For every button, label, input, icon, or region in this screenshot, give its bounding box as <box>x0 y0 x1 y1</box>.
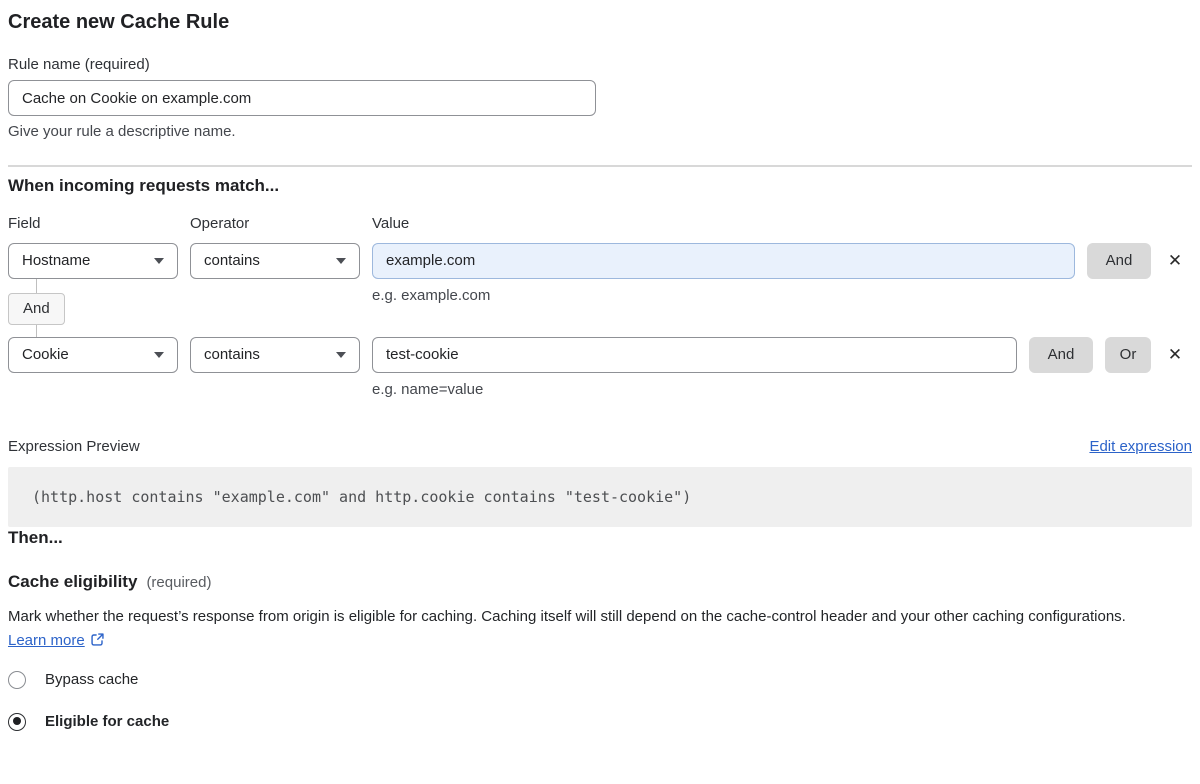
operator-column-label: Operator <box>190 214 372 234</box>
rule-name-help: Give your rule a descriptive name. <box>8 123 1192 141</box>
condition-row-0: Hostname contains And ✕ <box>8 243 1192 279</box>
page-title: Create new Cache Rule <box>8 8 1192 36</box>
condition-column-labels: Field Operator Value <box>8 214 1192 234</box>
cache-eligibility-header: Cache eligibility (required) <box>8 571 1192 594</box>
field-select-1-value: Cookie <box>22 346 69 363</box>
then-section-heading: Then... <box>8 527 1192 549</box>
connector-and-button[interactable]: And <box>8 293 65 325</box>
create-cache-rule-page: Create new Cache Rule Rule name (require… <box>0 0 1200 731</box>
condition-value-input-1[interactable] <box>372 337 1017 373</box>
radio-button-icon <box>8 671 26 689</box>
radio-option-label: Eligible for cache <box>45 713 169 731</box>
condition-row-1: Cookie contains And Or ✕ <box>8 337 1192 373</box>
edit-expression-link[interactable]: Edit expression <box>1089 438 1192 456</box>
field-select-0-value: Hostname <box>22 252 90 269</box>
field-column-label: Field <box>8 214 190 234</box>
match-section-heading: When incoming requests match... <box>8 175 1192 197</box>
cache-eligibility-heading: Cache eligibility <box>8 571 137 593</box>
description-text: Mark whether the request’s response from… <box>8 608 1126 625</box>
add-and-condition-button-0[interactable]: And <box>1087 243 1151 279</box>
chevron-down-icon <box>154 258 164 264</box>
radio-button-icon <box>8 713 26 731</box>
rule-name-label: Rule name (required) <box>8 55 1192 75</box>
close-icon: ✕ <box>1168 345 1182 364</box>
expression-preview-label: Expression Preview <box>8 438 140 456</box>
add-or-condition-button-1[interactable]: Or <box>1105 337 1151 373</box>
remove-condition-button-1[interactable]: ✕ <box>1160 340 1190 370</box>
value-column-label: Value <box>372 214 409 234</box>
operator-select-1[interactable]: contains <box>190 337 360 373</box>
external-link-icon <box>90 631 105 655</box>
add-and-condition-button-1[interactable]: And <box>1029 337 1093 373</box>
cache-eligibility-description: Mark whether the request’s response from… <box>8 605 1160 655</box>
condition-value-hint-1: e.g. name=value <box>372 381 1192 399</box>
radio-option-label: Bypass cache <box>45 671 138 689</box>
radio-option-0[interactable]: Bypass cache <box>8 671 1192 689</box>
radio-option-1[interactable]: Eligible for cache <box>8 713 1192 731</box>
operator-select-0-value: contains <box>204 252 260 269</box>
rule-name-input[interactable] <box>8 80 596 116</box>
learn-more-link[interactable]: Learn more <box>8 632 85 649</box>
required-note: (required) <box>146 572 211 594</box>
field-select-1[interactable]: Cookie <box>8 337 178 373</box>
section-divider <box>8 165 1192 167</box>
condition-value-hint-0: e.g. example.com <box>372 287 490 305</box>
connector-line-top <box>36 279 37 293</box>
chevron-down-icon <box>154 352 164 358</box>
chevron-down-icon <box>336 352 346 358</box>
condition-value-input-0[interactable] <box>372 243 1075 279</box>
chevron-down-icon <box>336 258 346 264</box>
expression-preview-header: Expression Preview Edit expression <box>8 438 1192 456</box>
operator-select-1-value: contains <box>204 346 260 363</box>
expression-preview-code: (http.host contains "example.com" and ht… <box>8 467 1192 527</box>
field-select-0[interactable]: Hostname <box>8 243 178 279</box>
condition-connector-area: And e.g. example.com <box>8 279 1192 337</box>
operator-select-0[interactable]: contains <box>190 243 360 279</box>
close-icon: ✕ <box>1168 251 1182 270</box>
remove-condition-button-0[interactable]: ✕ <box>1160 246 1190 276</box>
connector-line-bottom <box>36 325 37 337</box>
